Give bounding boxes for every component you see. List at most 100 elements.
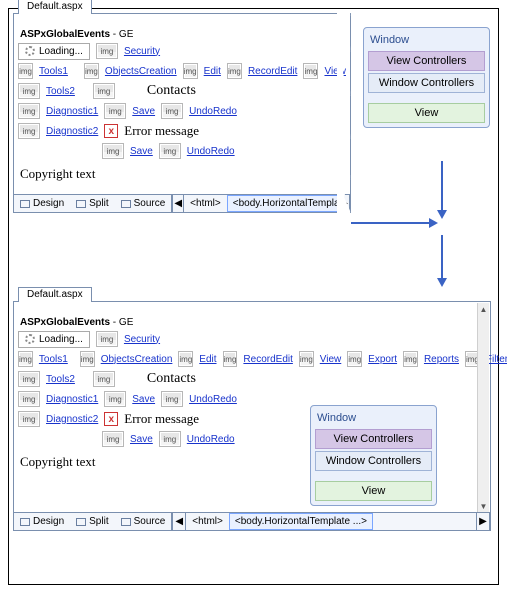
- link-diagnostic1[interactable]: Diagnostic1: [46, 106, 98, 117]
- view-controllers-button[interactable]: View Controllers: [368, 51, 485, 71]
- crumb-left-button[interactable]: ◀: [172, 513, 186, 530]
- arrow-head-icon: [437, 278, 447, 287]
- row-tools2: img Tools2 img Contacts: [18, 82, 346, 100]
- link-tools2[interactable]: Tools2: [46, 374, 75, 385]
- image-placeholder-icon: img: [80, 351, 95, 367]
- crumb-body[interactable]: <body.HorizontalTemplate ...>: [227, 195, 338, 212]
- link-security[interactable]: Security: [124, 334, 160, 345]
- layout-icon: [121, 518, 131, 526]
- image-placeholder-icon: img: [159, 143, 181, 159]
- link-objectscreation[interactable]: ObjectsCreation: [105, 66, 177, 77]
- image-placeholder-icon: img: [299, 351, 314, 367]
- view-design-tab[interactable]: Design: [14, 196, 70, 211]
- link-edit[interactable]: Edit: [204, 66, 221, 77]
- link-diagnostic2[interactable]: Diagnostic2: [46, 126, 98, 137]
- image-placeholder-icon: img: [18, 123, 40, 139]
- crumb-html[interactable]: <html>: [186, 513, 229, 530]
- control-title: ASPxGlobalEvents - GE: [20, 29, 346, 40]
- caret-right-icon: ▶: [479, 516, 487, 527]
- link-filters[interactable]: Filters: [486, 354, 507, 365]
- link-tools1[interactable]: Tools1: [39, 66, 68, 77]
- link-export[interactable]: Export: [368, 354, 397, 365]
- view-button[interactable]: View: [315, 481, 432, 501]
- image-placeholder-icon: img: [403, 351, 418, 367]
- file-tab-label: Default.aspx: [27, 1, 83, 12]
- image-placeholder-icon: img: [102, 431, 124, 447]
- link-diagnostic1[interactable]: Diagnostic1: [46, 394, 98, 405]
- link-save[interactable]: Save: [132, 106, 155, 117]
- image-placeholder-icon: img: [93, 83, 115, 99]
- view-split-tab[interactable]: Split: [70, 196, 114, 211]
- layout-icon: [76, 200, 86, 208]
- spinner-icon: [25, 334, 35, 344]
- link-edit[interactable]: Edit: [199, 354, 216, 365]
- error-icon: x: [104, 412, 118, 426]
- image-placeholder-icon: img: [84, 63, 99, 79]
- image-placeholder-icon: img: [18, 411, 40, 427]
- vertical-scrollbar[interactable]: ▲ ▼: [477, 303, 489, 512]
- layout-icon: [76, 518, 86, 526]
- control-title: ASPxGlobalEvents - GE: [20, 317, 476, 328]
- image-placeholder-icon: img: [96, 43, 118, 59]
- link-save[interactable]: Save: [132, 394, 155, 405]
- row-diag1: img Diagnostic1 img Save img UndoRedo: [18, 102, 346, 120]
- image-placeholder-icon: img: [178, 351, 193, 367]
- link-save[interactable]: Save: [130, 434, 153, 445]
- window-panel-title: Window: [370, 34, 483, 46]
- link-recordedit[interactable]: RecordEdit: [248, 66, 297, 77]
- file-tab-label: Default.aspx: [27, 289, 83, 300]
- row-tools1: img Tools1 img ObjectsCreation img Edit …: [18, 62, 346, 80]
- link-undoredo[interactable]: UndoRedo: [189, 394, 237, 405]
- file-tab[interactable]: Default.aspx: [18, 287, 92, 302]
- image-placeholder-icon: img: [223, 351, 238, 367]
- row-loading: Loading... img Security: [18, 330, 476, 348]
- row-tools1-full: img Tools1 img ObjectsCreation img Edit …: [18, 350, 476, 368]
- diagram-canvas: Default.aspx ASPxGlobalEvents - GE Loadi…: [8, 8, 499, 585]
- arrow-down-1: [441, 161, 443, 211]
- crumb-body[interactable]: <body.HorizontalTemplate ...>: [229, 513, 373, 530]
- layout-icon: [20, 518, 30, 526]
- link-save[interactable]: Save: [130, 146, 153, 157]
- view-split-tab[interactable]: Split: [70, 514, 114, 529]
- crumb-right-button[interactable]: ▶: [476, 513, 490, 530]
- crumb-left-button[interactable]: ◀: [172, 195, 184, 212]
- view-source-tab[interactable]: Source: [115, 196, 172, 211]
- view-button[interactable]: View: [368, 103, 485, 123]
- view-tab-bar: Design Split Source ◀ <html> <body.Horiz…: [14, 512, 490, 530]
- heading-contacts: Contacts: [147, 371, 196, 387]
- image-placeholder-icon: img: [18, 371, 40, 387]
- link-recordedit[interactable]: RecordEdit: [243, 354, 292, 365]
- arrow-head-icon: [429, 218, 438, 228]
- scroll-up-icon: ▲: [478, 303, 489, 315]
- window-controllers-button[interactable]: Window Controllers: [315, 451, 432, 471]
- view-design-tab[interactable]: Design: [14, 514, 70, 529]
- arrow-down-2: [441, 235, 443, 279]
- view-controllers-button[interactable]: View Controllers: [315, 429, 432, 449]
- image-placeholder-icon: img: [96, 331, 118, 347]
- window-panel-bottom: Window View Controllers Window Controlle…: [310, 405, 437, 506]
- link-undoredo[interactable]: UndoRedo: [189, 106, 237, 117]
- link-reports[interactable]: Reports: [424, 354, 459, 365]
- view-source-tab[interactable]: Source: [115, 514, 172, 529]
- window-controllers-button[interactable]: Window Controllers: [368, 73, 485, 93]
- design-surface-top: ASPxGlobalEvents - GE Loading... img Sec…: [14, 27, 350, 194]
- arrow-right: [351, 222, 429, 224]
- link-undoredo[interactable]: UndoRedo: [187, 434, 235, 445]
- row-loading: Loading... img Security: [18, 42, 346, 60]
- crumb-html[interactable]: <html>: [184, 195, 227, 212]
- file-tab[interactable]: Default.aspx: [18, 0, 92, 14]
- link-tools2[interactable]: Tools2: [46, 86, 75, 97]
- link-objectscreation[interactable]: ObjectsCreation: [101, 354, 173, 365]
- spinner-icon: [25, 46, 35, 56]
- image-placeholder-icon: img: [93, 371, 115, 387]
- link-undoredo[interactable]: UndoRedo: [187, 146, 235, 157]
- loading-indicator: Loading...: [18, 331, 90, 348]
- link-security[interactable]: Security: [124, 46, 160, 57]
- image-placeholder-icon: img: [18, 63, 33, 79]
- link-diagnostic2[interactable]: Diagnostic2: [46, 414, 98, 425]
- link-tools1[interactable]: Tools1: [39, 354, 68, 365]
- window-panel-title: Window: [317, 412, 430, 424]
- view-tab-bar: Design Split Source ◀ <html> <body.Horiz…: [14, 194, 350, 212]
- link-view[interactable]: View: [320, 354, 342, 365]
- breadcrumb: <html> <body.HorizontalTemplate ...>: [186, 513, 373, 530]
